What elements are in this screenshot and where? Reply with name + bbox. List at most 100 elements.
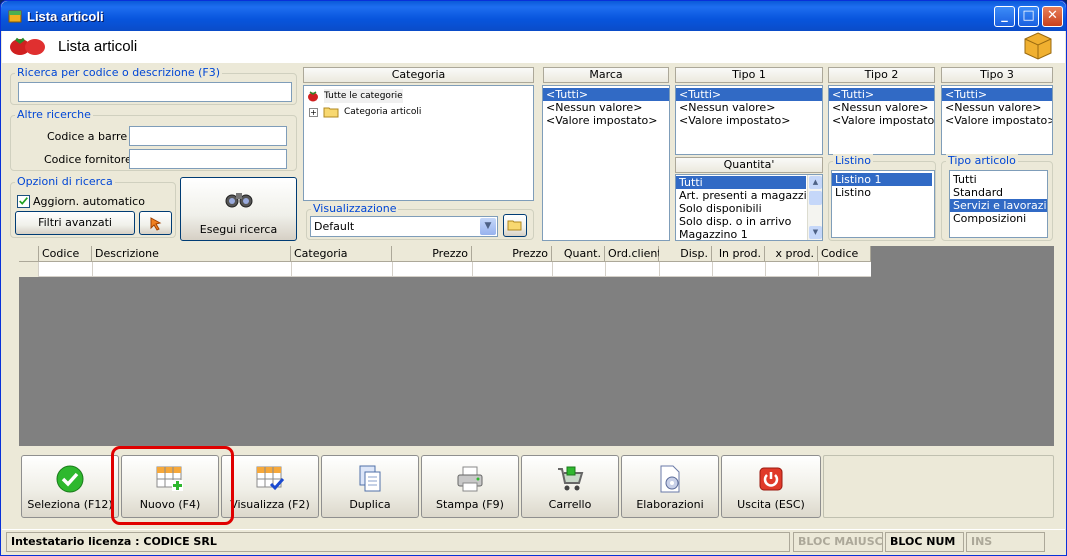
tipo2-item[interactable]: <Nessun valore>: [829, 101, 934, 114]
category-tree[interactable]: Tutte le categorie + Categoria articoli: [303, 85, 534, 201]
num-lock-status: BLOC NUM: [885, 532, 964, 552]
marca-item[interactable]: <Nessun valore>: [543, 101, 669, 114]
barcode-field[interactable]: [129, 126, 287, 146]
grid-column-header[interactable]: Codice: [39, 246, 92, 262]
tree-item-label: Tutte le categorie: [324, 89, 403, 103]
grid-column-header[interactable]: Prezzo: [472, 246, 552, 262]
tipo2-item[interactable]: <Tutti>: [829, 88, 934, 101]
marca-item[interactable]: <Valore impostato>: [543, 114, 669, 127]
tipo3-item[interactable]: <Valore impostato>: [942, 114, 1052, 127]
close-button[interactable]: ✕: [1042, 6, 1063, 27]
exit-button[interactable]: Uscita (ESC): [721, 455, 821, 518]
chevron-down-icon[interactable]: ▼: [480, 218, 496, 235]
search-group: Ricerca per codice o descrizione (F3): [10, 66, 297, 105]
printer-icon: [457, 466, 483, 492]
grid-row-selector[interactable]: [19, 262, 39, 277]
tipo2-list[interactable]: <Tutti> <Nessun valore> <Valore impostat…: [828, 85, 935, 155]
scroll-thumb[interactable]: [809, 191, 822, 205]
quantita-list[interactable]: Tutti Art. presenti a magazzino Solo dis…: [675, 174, 823, 241]
tipo1-list[interactable]: <Tutti> <Nessun valore> <Valore impostat…: [675, 85, 823, 155]
tipo-articolo-label: Tipo articolo: [946, 154, 1018, 167]
status-bar: Intestatario licenza : CODICE SRL BLOC M…: [2, 529, 1065, 553]
grid-column-header[interactable]: x prod.: [765, 246, 818, 262]
marca-header: Marca: [543, 67, 669, 83]
tipo1-item[interactable]: <Valore impostato>: [676, 114, 822, 127]
maximize-button[interactable]: □: [1018, 6, 1039, 27]
barcode-label: Codice a barre :: [47, 130, 135, 143]
auto-update-checkbox[interactable]: [17, 195, 30, 208]
title-bar: Lista articoli _ □ ✕: [1, 1, 1066, 31]
filter-arrow-button[interactable]: [139, 211, 172, 235]
grid-column-header[interactable]: Disp.: [659, 246, 712, 262]
expand-icon[interactable]: +: [309, 108, 318, 117]
tipo3-item[interactable]: <Tutti>: [942, 88, 1052, 101]
quantita-item[interactable]: Magazzino 1: [676, 228, 806, 240]
view-select-value: Default: [314, 220, 355, 233]
tipo3-item[interactable]: <Nessun valore>: [942, 101, 1052, 114]
listino-list[interactable]: Listino 1 Listino: [831, 170, 935, 238]
articles-grid[interactable]: Codice Descrizione Categoria Prezzo Prez…: [19, 246, 1054, 446]
grid-column-header[interactable]: Ord.clienti: [605, 246, 665, 262]
tipo-articolo-group: Tipo articolo Tutti Standard Servizi e l…: [941, 154, 1053, 241]
tipo1-item[interactable]: <Tutti>: [676, 88, 822, 101]
tipo-articolo-list[interactable]: Tutti Standard Servizi e lavorazioni Com…: [949, 170, 1048, 238]
copy-icon: [359, 465, 381, 492]
window-title: Lista articoli: [27, 9, 104, 24]
print-button-label: Stampa (F9): [436, 498, 504, 511]
grid-column-header[interactable]: Quant.: [552, 246, 605, 262]
quantita-item[interactable]: Solo disp. o in arrivo: [676, 215, 806, 228]
view-select[interactable]: Default ▼: [310, 216, 498, 237]
tipo2-item[interactable]: <Valore impostato>: [829, 114, 934, 127]
minimize-button[interactable]: _: [994, 6, 1015, 27]
grid-column-header[interactable]: Categoria: [291, 246, 392, 262]
tipo3-list[interactable]: <Tutti> <Nessun valore> <Valore impostat…: [941, 85, 1053, 155]
grid-row[interactable]: [39, 262, 871, 277]
exit-button-label: Uscita (ESC): [737, 498, 805, 511]
grid-column-header[interactable]: In prod.: [712, 246, 765, 262]
print-button[interactable]: Stampa (F9): [421, 455, 519, 518]
auto-update-label: Aggiorn. automatico: [33, 195, 145, 208]
arrow-icon: [150, 217, 161, 231]
search-input[interactable]: [18, 82, 292, 102]
grid-column-header[interactable]: Descrizione: [92, 246, 291, 262]
scroll-up-icon[interactable]: ▲: [809, 176, 822, 189]
strawberry-small-icon: [308, 91, 318, 102]
power-icon: [759, 467, 783, 491]
listino-item[interactable]: Listino: [832, 186, 934, 199]
processing-button-label: Elaborazioni: [636, 498, 704, 511]
category-header: Categoria: [303, 67, 534, 83]
box-icon: [1024, 32, 1052, 60]
tipo-articolo-item[interactable]: Servizi e lavorazioni: [950, 199, 1047, 212]
quantita-item[interactable]: Art. presenti a magazzino: [676, 189, 820, 202]
quantita-scrollbar[interactable]: ▲ ▼: [807, 175, 822, 240]
marca-list[interactable]: <Tutti> <Nessun valore> <Valore impostat…: [542, 85, 670, 241]
supplier-code-field[interactable]: [129, 149, 287, 169]
cart-icon: [558, 466, 584, 491]
view-button[interactable]: Visualizza (F2): [221, 455, 319, 518]
main-window: Lista articoli _ □ ✕ Lista articoli Rice…: [0, 0, 1067, 556]
scroll-down-icon[interactable]: ▼: [809, 226, 822, 239]
view-group: Visualizzazione Default ▼: [306, 202, 534, 240]
folder-icon: [323, 107, 339, 118]
grid-column-header[interactable]: Prezzo: [392, 246, 472, 262]
duplicate-button[interactable]: Duplica: [321, 455, 419, 518]
quantita-item[interactable]: Solo disponibili: [676, 202, 806, 215]
tipo-articolo-item[interactable]: Standard: [950, 186, 1047, 199]
other-searches-group: Altre ricerche Codice a barre : Codice f…: [10, 108, 297, 171]
select-button[interactable]: Seleziona (F12): [21, 455, 119, 518]
run-search-button[interactable]: Esegui ricerca: [180, 177, 297, 241]
duplicate-button-label: Duplica: [349, 498, 391, 511]
search-options-label: Opzioni di ricerca: [15, 175, 115, 188]
tipo-articolo-item[interactable]: Composizioni: [950, 212, 1047, 225]
listino-item[interactable]: Listino 1: [832, 173, 932, 186]
quantita-item[interactable]: Tutti: [676, 176, 806, 189]
grid-column-header[interactable]: Codice: [818, 246, 871, 262]
license-status: Intestatario licenza : CODICE SRL: [6, 532, 790, 552]
tipo1-item[interactable]: <Nessun valore>: [676, 101, 822, 114]
open-folder-button[interactable]: [503, 214, 527, 237]
processing-button[interactable]: Elaborazioni: [621, 455, 719, 518]
marca-item[interactable]: <Tutti>: [543, 88, 669, 101]
cart-button[interactable]: Carrello: [521, 455, 619, 518]
advanced-filters-button[interactable]: Filtri avanzati: [15, 211, 135, 235]
tipo-articolo-item[interactable]: Tutti: [950, 173, 1047, 186]
